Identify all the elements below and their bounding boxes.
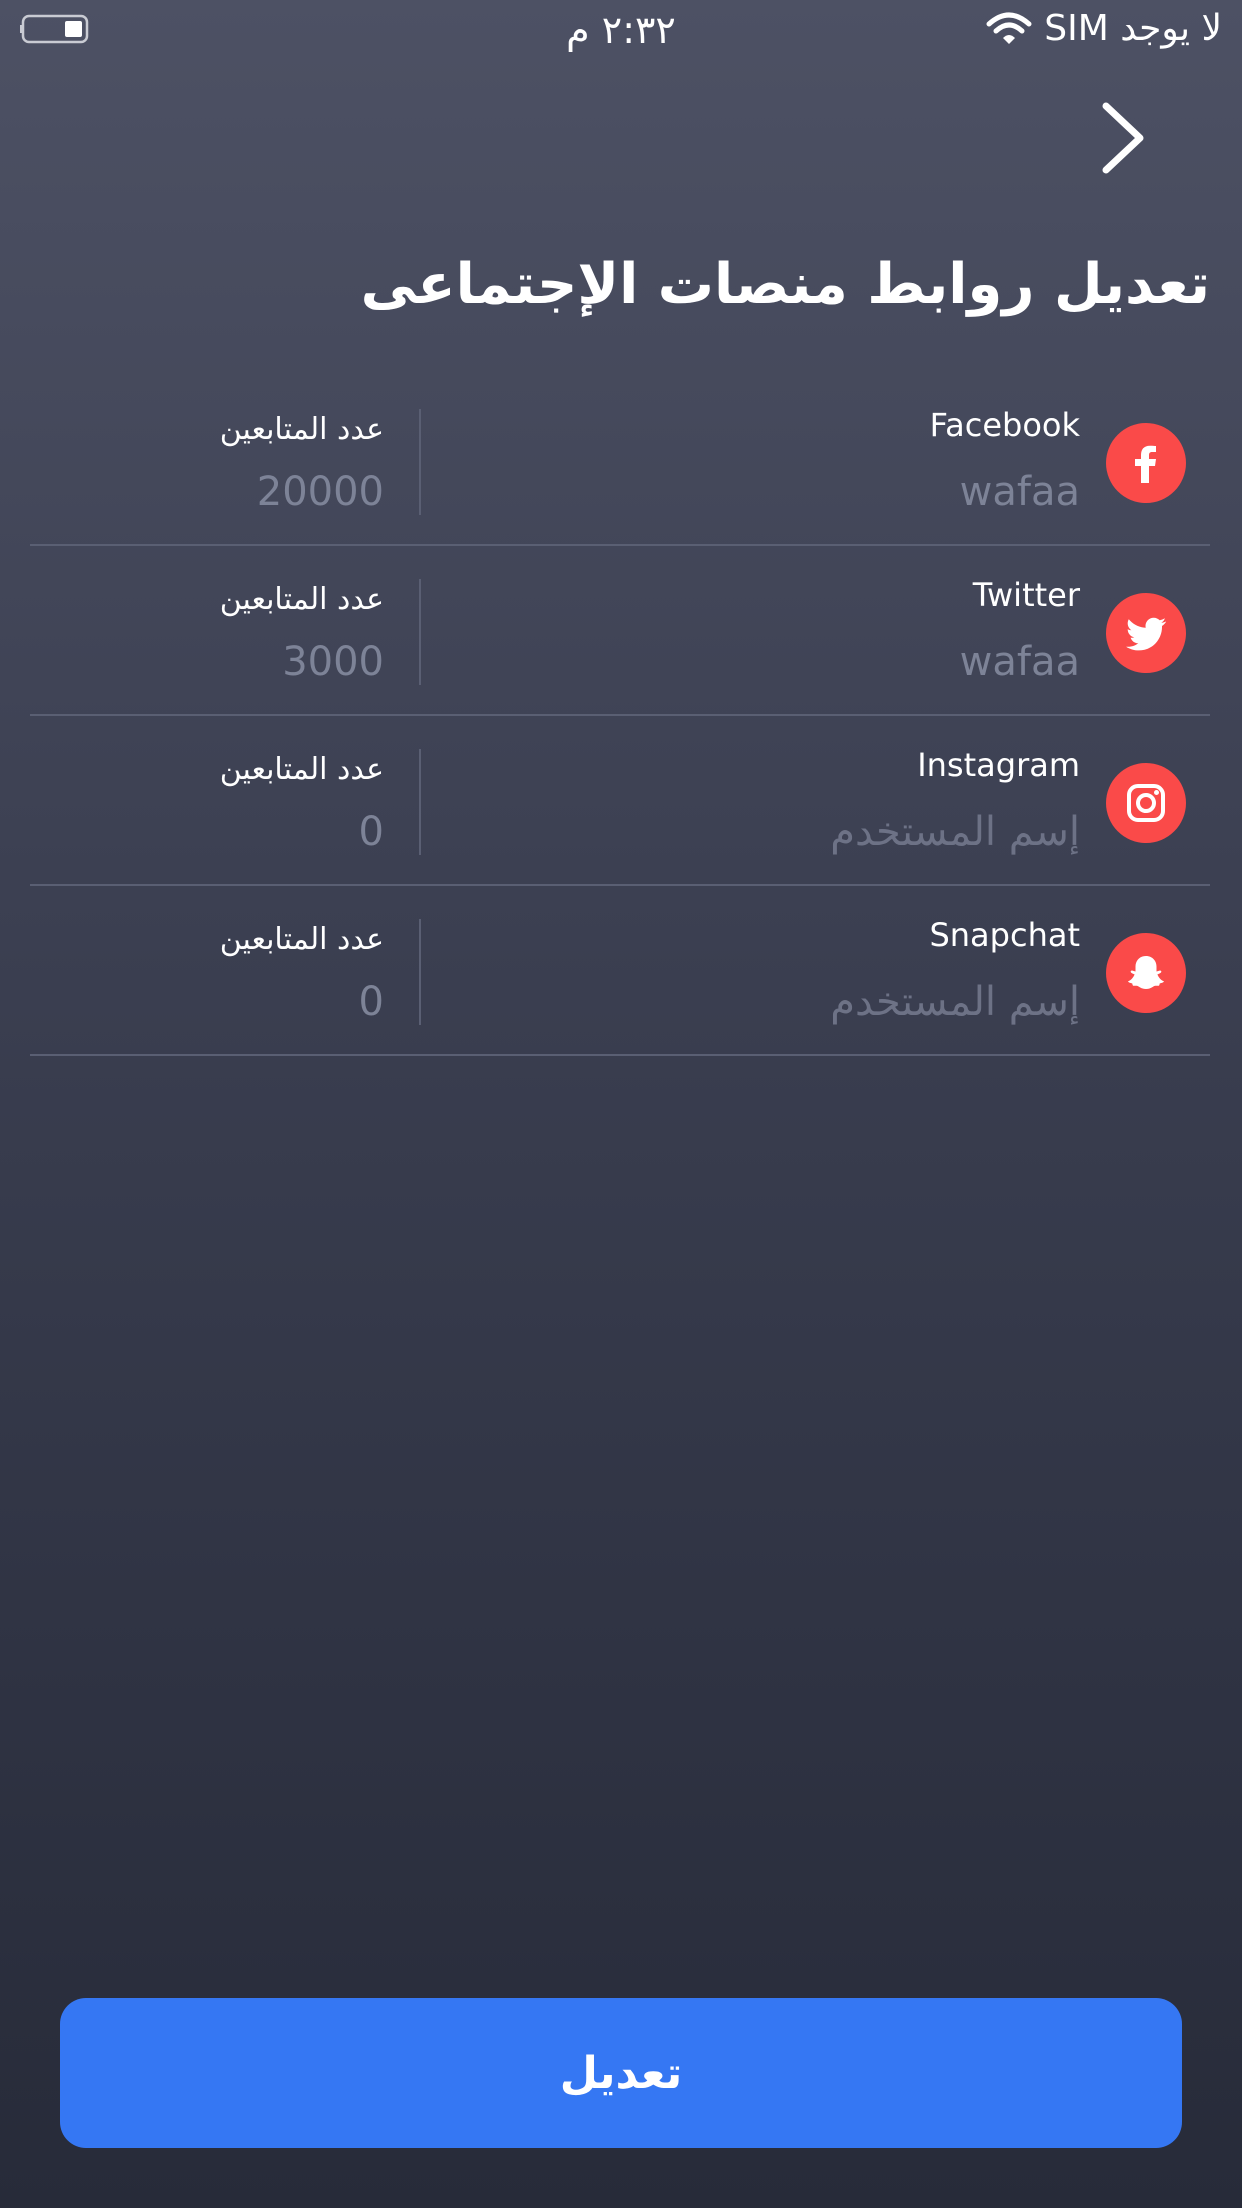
- platform-name: Twitter: [972, 576, 1080, 614]
- platform-name: Instagram: [917, 746, 1080, 784]
- carrier-label: لا يوجد SIM: [1044, 8, 1222, 49]
- facebook-followers-input[interactable]: [84, 464, 384, 520]
- social-links-list: Facebook عدد المتابعين Twitter عدد المتا…: [30, 376, 1210, 1056]
- followers-label: عدد المتابعين: [219, 412, 384, 447]
- instagram-username-input[interactable]: [480, 802, 1080, 862]
- platform-name: Facebook: [929, 406, 1080, 444]
- platform-row-instagram: Instagram عدد المتابعين: [30, 716, 1210, 886]
- platform-name: Snapchat: [929, 916, 1080, 954]
- instagram-followers-input[interactable]: [84, 804, 384, 860]
- followers-label: عدد المتابعين: [219, 582, 384, 617]
- platform-row-twitter: Twitter عدد المتابعين: [30, 546, 1210, 716]
- snapchat-username-input[interactable]: [480, 972, 1080, 1032]
- divider: [419, 579, 421, 685]
- submit-button[interactable]: تعديل: [60, 1998, 1182, 2148]
- platform-row-facebook: Facebook عدد المتابعين: [30, 376, 1210, 546]
- followers-label: عدد المتابعين: [219, 922, 384, 957]
- divider: [419, 749, 421, 855]
- facebook-icon: [1106, 423, 1186, 503]
- status-bar: ٢:٣٢ م لا يوجد SIM: [0, 0, 1242, 60]
- twitter-followers-input[interactable]: [84, 634, 384, 690]
- status-carrier: لا يوجد SIM: [986, 8, 1222, 49]
- divider: [419, 409, 421, 515]
- snapchat-icon: [1106, 933, 1186, 1013]
- wifi-icon: [986, 12, 1032, 44]
- platform-row-snapchat: Snapchat عدد المتابعين: [30, 886, 1210, 1056]
- instagram-icon: [1106, 763, 1186, 843]
- facebook-username-input[interactable]: [480, 462, 1080, 522]
- divider: [419, 919, 421, 1025]
- back-chevron-icon[interactable]: [1092, 98, 1152, 178]
- snapchat-followers-input[interactable]: [84, 974, 384, 1030]
- followers-label: عدد المتابعين: [219, 752, 384, 787]
- twitter-icon: [1106, 593, 1186, 673]
- page-title: تعديل روابط منصات الإجتماعى: [360, 252, 1210, 317]
- twitter-username-input[interactable]: [480, 632, 1080, 692]
